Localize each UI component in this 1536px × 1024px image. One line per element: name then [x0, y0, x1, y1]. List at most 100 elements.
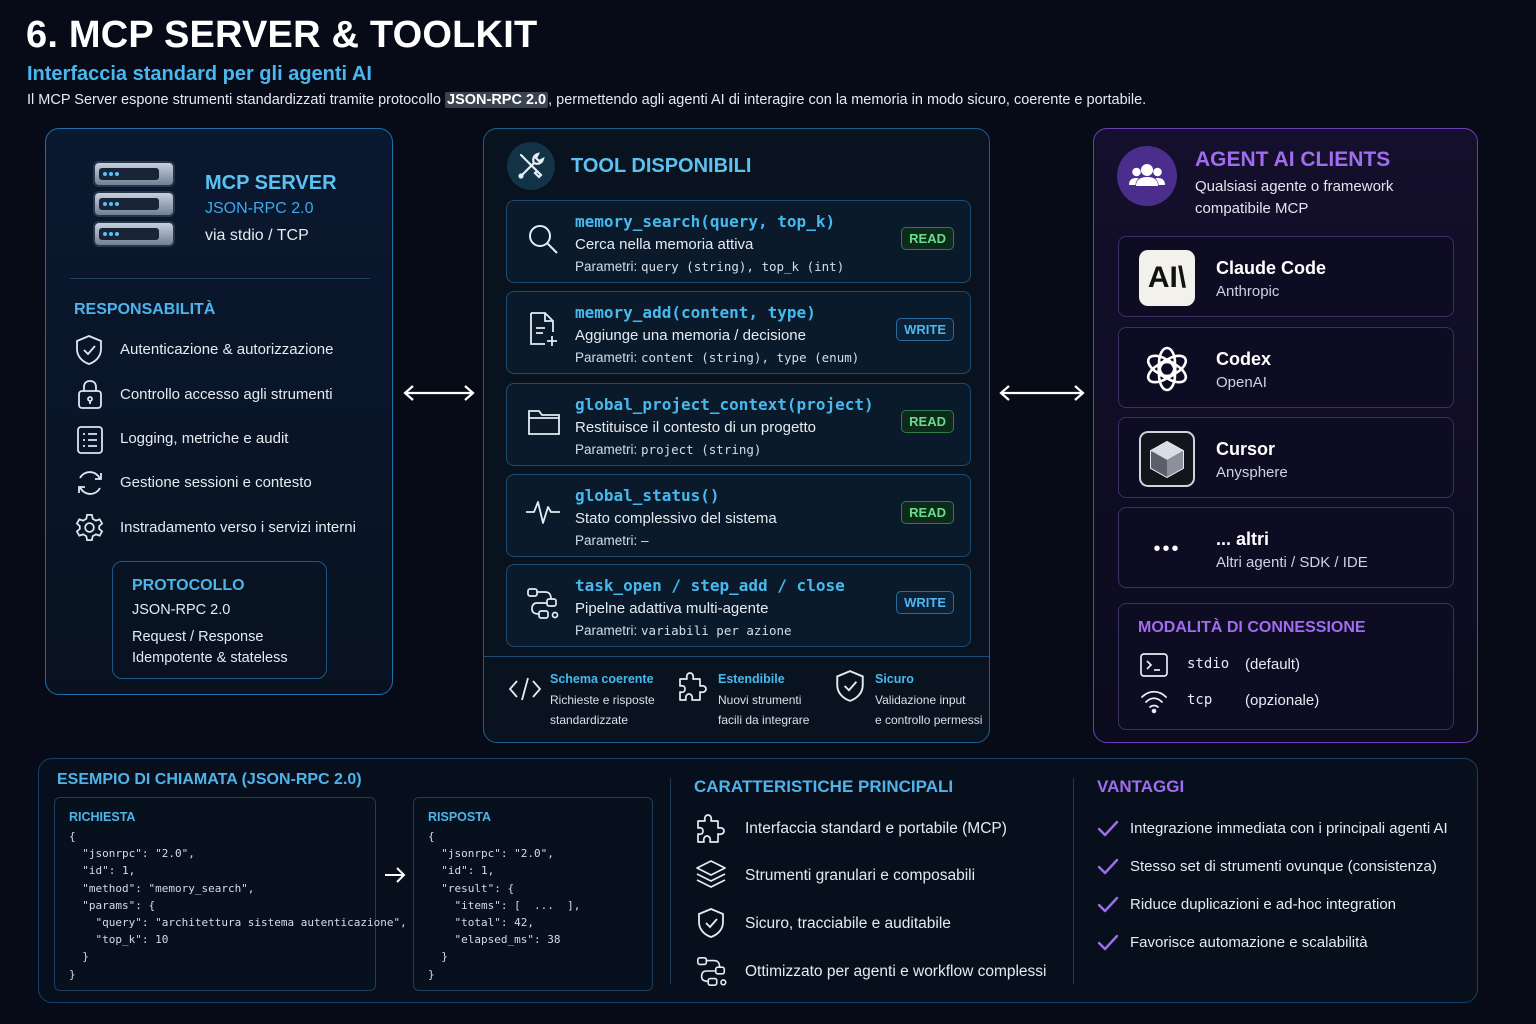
client-org: Anthropic	[1216, 283, 1280, 300]
tool-params: Parametri: query (string), top_k (int)	[575, 259, 844, 274]
protocol-line: Idempotente & stateless	[132, 650, 288, 666]
responsibility-item: Gestione sessioni e contesto	[120, 474, 312, 491]
users-group-icon	[1117, 146, 1177, 206]
puzzle-icon	[694, 812, 728, 846]
layers-icon	[694, 858, 728, 892]
protocol-line: Request / Response	[132, 629, 264, 645]
more-dots-icon: •••	[1153, 538, 1181, 560]
tool-params: Parametri: –	[575, 533, 649, 548]
desc-pre: Il MCP Server espone strumenti standardi…	[27, 92, 445, 108]
desc-post: , permettendo agli agenti AI di interagi…	[548, 92, 1147, 108]
workflow-icon	[525, 585, 561, 621]
request-code-box: RICHIESTA { "jsonrpc": "2.0", "id": 1, "…	[54, 797, 407, 991]
characteristics-title: CARATTERISTICHE PRINCIPALI	[694, 777, 954, 796]
check-icon	[1097, 895, 1119, 915]
read-badge: READ	[901, 410, 954, 433]
client-card-codex[interactable]: Codex OpenAI	[1118, 327, 1454, 408]
bottom-divider	[670, 778, 671, 984]
check-icon	[1097, 819, 1119, 839]
client-card-cursor[interactable]: Cursor Anysphere	[1118, 417, 1454, 498]
tool-name: memory_search(query, top_k)	[575, 212, 836, 231]
response-code: { "jsonrpc": "2.0", "id": 1, "result": {…	[428, 830, 581, 981]
anthropic-logo-icon: AI\	[1139, 250, 1195, 306]
shield-check-icon	[74, 334, 104, 366]
characteristic-item: Ottimizzato per agenti e workflow comple…	[745, 963, 1047, 980]
wrench-tools-icon	[507, 142, 555, 190]
bidirectional-arrow-icon	[402, 383, 476, 403]
folder-icon	[526, 406, 562, 438]
protocol-line: JSON-RPC 2.0	[132, 602, 231, 618]
tool-card-memory-search[interactable]: memory_search(query, top_k) Cerca nella …	[506, 200, 971, 283]
tool-description: Restituisce il contesto di un progetto	[575, 419, 816, 436]
tool-card-global-project-context[interactable]: global_project_context(project) Restitui…	[506, 383, 971, 466]
connection-title: MODALITÀ DI CONNESSIONE	[1138, 619, 1366, 636]
client-name: Cursor	[1216, 439, 1276, 459]
lock-icon	[76, 378, 104, 410]
puzzle-icon	[676, 670, 710, 704]
params-label: Parametri:	[575, 259, 642, 274]
tools-title: TOOL DISPONIBILI	[571, 155, 752, 177]
connection-mode: stdio	[1187, 656, 1230, 672]
pulse-icon	[524, 495, 562, 529]
responsibility-item: Controllo accesso agli strumenti	[120, 386, 333, 403]
client-card-claude-code[interactable]: AI\ Claude Code Anthropic	[1118, 236, 1454, 317]
response-title: RISPOSTA	[428, 810, 491, 824]
client-name: Claude Code	[1216, 258, 1327, 278]
params-label: Parametri:	[575, 350, 642, 365]
tool-name: task_open / step_add / close	[575, 576, 845, 595]
wifi-icon	[1139, 688, 1169, 714]
list-icon	[76, 425, 104, 455]
bidirectional-arrow-icon	[998, 383, 1086, 403]
params-value: –	[641, 533, 649, 548]
params-value: query (string), top_k (int)	[641, 259, 845, 274]
advantage-item: Favorisce automazione e scalabilità	[1130, 934, 1368, 951]
clients-title: AGENT AI CLIENTS	[1195, 148, 1391, 171]
tool-description: Cerca nella memoria attiva	[575, 236, 754, 253]
code-icon	[507, 674, 543, 704]
tool-description: Pipelne adattiva multi-agente	[575, 600, 769, 617]
cursor-logo-icon	[1139, 431, 1195, 487]
request-title: RICHIESTA	[69, 810, 136, 824]
tool-card-global-status[interactable]: global_status() Stato complessivo del si…	[506, 474, 971, 557]
page-title: 6. MCP SERVER & TOOLKIT	[26, 14, 538, 56]
responsibility-item: Instradamento verso i servizi interni	[120, 519, 356, 536]
shield-check-icon	[696, 906, 726, 940]
desc-highlight: JSON-RPC 2.0	[445, 92, 549, 108]
params-label: Parametri:	[575, 623, 642, 638]
search-icon	[525, 221, 561, 257]
params-value: variabili per azione	[641, 623, 792, 638]
tools-divider	[484, 656, 989, 657]
tool-card-memory-add[interactable]: memory_add(content, type) Aggiunge una m…	[506, 291, 971, 374]
example-title: ESEMPIO DI CHIAMATA (JSON-RPC 2.0)	[57, 771, 362, 788]
characteristic-item: Strumenti granulari e composabili	[745, 867, 976, 884]
feature-text: e controllo permessi	[875, 713, 983, 727]
server-transport: via stdio / TCP	[205, 227, 309, 244]
feature-text: Nuovi strumenti	[718, 693, 802, 707]
client-org: OpenAI	[1216, 374, 1267, 391]
server-title: MCP SERVER	[205, 172, 337, 194]
tool-params: Parametri: variabili per azione	[575, 623, 792, 638]
params-value: content (string), type (enum)	[641, 350, 860, 365]
refresh-icon	[75, 468, 105, 498]
client-card-others[interactable]: ••• ... altri Altri agenti / SDK / IDE	[1118, 507, 1454, 588]
advantage-item: Riduce duplicazioni e ad-hoc integration	[1130, 896, 1397, 913]
client-org: Altri agenti / SDK / IDE	[1216, 554, 1368, 571]
feature-text: standardizzate	[550, 713, 629, 727]
connection-note: (default)	[1245, 656, 1301, 673]
feature-text: Validazione input	[875, 693, 966, 707]
doc-add-icon	[527, 310, 561, 348]
characteristic-item: Interfaccia standard e portabile (MCP)	[745, 820, 1007, 837]
params-label: Parametri:	[575, 442, 642, 457]
page-description: Il MCP Server espone strumenti standardi…	[27, 92, 1146, 108]
read-badge: READ	[901, 501, 954, 524]
params-value: project (string)	[641, 442, 762, 457]
feature-title: Sicuro	[875, 672, 914, 686]
clients-subtitle: compatibile MCP	[1195, 200, 1309, 217]
write-badge: WRITE	[896, 591, 954, 614]
tool-name: global_status()	[575, 486, 720, 505]
responsibilities-title: RESPONSABILITÀ	[74, 301, 216, 318]
connection-note: (opzionale)	[1245, 692, 1320, 709]
check-icon	[1097, 857, 1119, 877]
tool-card-task-workflow[interactable]: task_open / step_add / close Pipelne ada…	[506, 564, 971, 647]
tool-name: memory_add(content, type)	[575, 303, 816, 322]
